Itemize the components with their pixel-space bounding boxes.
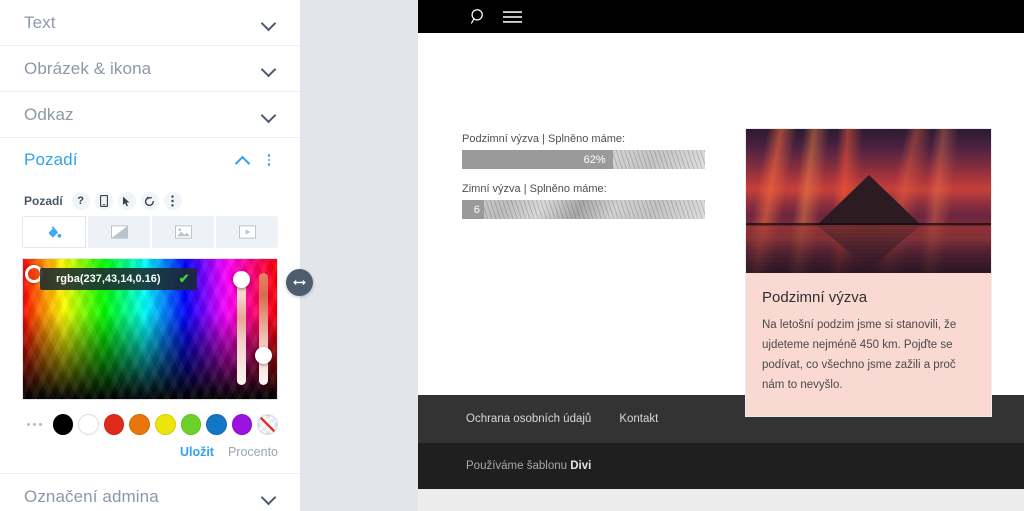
alpha-slider[interactable] [255,273,272,385]
chevron-up-icon[interactable] [236,153,250,167]
site-body: Podzimní výzva | Splněno máme: 62% Zimní… [418,33,1024,416]
panel-resize-handle[interactable] [286,269,313,296]
progress-bars: Podzimní výzva | Splněno máme: 62% Zimní… [462,133,705,233]
tab-background-video[interactable] [216,216,278,248]
progress-bar-value: 6 [473,203,480,216]
card-text: Na letošní podzim jsme si stanovili, že … [762,319,957,392]
tab-background-image[interactable] [152,216,214,248]
progress-bar-fill: 6 [462,200,484,219]
hover-cursor-icon[interactable] [117,192,136,210]
site-header [418,0,1024,33]
progress-bar-track: 6 [462,200,705,219]
chevron-down-icon[interactable] [262,16,276,30]
swatch-blue[interactable] [206,414,227,435]
hue-slider-handle[interactable] [233,271,250,288]
preview-gutter [300,0,418,511]
sidebar-section-label: Odkaz [24,104,74,124]
progress-bar-value: 62% [583,153,606,166]
chevron-down-icon[interactable] [262,62,276,76]
unit-toggle-button[interactable]: Procento [228,445,278,459]
horizontal-resize-icon [293,279,306,286]
progress-bar-item: Podzimní výzva | Splněno máme: 62% [462,133,705,169]
color-value-text: rgba(237,43,14,0.16) [56,273,161,285]
swatch-red[interactable] [103,414,125,435]
sidebar-section-admin-label[interactable]: Označení admina [0,473,300,511]
divi-builder-screen: Text Obrázek & ikona Odkaz Pozadí Pozadí… [0,0,1024,511]
sidebar-section-link[interactable]: Odkaz [0,92,300,138]
tab-background-color[interactable] [22,216,86,248]
footer-link-contact[interactable]: Kontakt [619,413,658,425]
help-icon[interactable]: ? [71,192,90,210]
site-preview: Podzimní výzva | Splněno máme: 62% Zimní… [418,0,1024,511]
card-body: Podzimní výzva Na letošní podzim jsme si… [746,273,991,416]
swatch-green[interactable] [180,414,202,435]
color-value-tooltip: rgba(237,43,14,0.16) ✔ [40,268,198,290]
footer-credit-brand: Divi [570,460,592,472]
swatch-yellow[interactable] [154,414,176,435]
progress-bar-label: Podzimní výzva | Splněno máme: [462,133,626,145]
card-image [746,129,991,273]
footer-credit-prefix: Používáme šablonu [466,460,571,472]
progress-bar-label: Zimní výzva | Splněno máme: [462,183,607,195]
chevron-down-icon[interactable] [262,108,276,122]
search-icon[interactable] [470,8,487,25]
sidebar-section-label: Pozadí [24,150,78,169]
swatch-orange[interactable] [129,414,150,435]
water-surface [746,225,991,273]
responsive-icon[interactable] [94,192,113,210]
hamburger-menu-icon[interactable] [503,10,522,24]
reset-icon[interactable] [140,192,159,210]
card-title: Podzimní výzva [762,289,868,306]
footer-credit-bar: Používáme šablonu Divi [418,443,1024,489]
progress-bar-track: 62% [462,150,705,169]
alpha-slider-handle[interactable] [255,347,272,364]
swatch-black[interactable] [52,414,74,435]
footer-link-privacy[interactable]: Ochrana osobních údajů [466,413,591,425]
background-field-header: Pozadí ? [0,182,300,216]
settings-sidebar: Text Obrázek & ikona Odkaz Pozadí Pozadí… [0,0,300,511]
swatch-white[interactable] [78,414,99,435]
sidebar-section-image-icon[interactable]: Obrázek & ikona [0,46,300,92]
color-picker[interactable]: rgba(237,43,14,0.16) ✔ [22,258,278,400]
swatch-purple[interactable] [231,414,253,435]
more-options-icon[interactable] [163,192,182,210]
background-settings-panel: Pozadí ? rgba(237,43,14,0.16) ✔ Uložit P… [0,182,300,465]
color-swatch-row [22,414,279,435]
sidebar-section-label: Označení admina [24,486,159,506]
sidebar-section-text[interactable]: Text [0,0,300,46]
footer-credit: Používáme šablonu Divi [466,460,591,472]
mountain-shape [816,175,921,225]
swatch-transparent[interactable] [257,414,279,435]
tab-background-gradient[interactable] [88,216,150,248]
progress-bar-item: Zimní výzva | Splněno máme: 6 [462,183,705,219]
save-color-button[interactable]: Uložit [180,445,214,459]
progress-bar-fill: 62% [462,150,613,169]
sidebar-section-label: Text [24,12,56,32]
background-field-label: Pozadí [24,194,63,208]
blurb-card[interactable]: Podzimní výzva Na letošní podzim jsme si… [746,129,991,416]
section-options-icon[interactable] [262,152,276,168]
chevron-down-icon[interactable] [262,490,276,504]
more-swatches-icon[interactable] [22,423,48,426]
picker-actions: Uložit Procento [22,445,278,459]
confirm-color-icon[interactable]: ✔ [179,271,190,287]
hue-slider[interactable] [233,271,250,385]
background-type-tabs [22,216,278,248]
sidebar-section-background[interactable]: Pozadí [0,138,300,182]
sidebar-section-label: Obrázek & ikona [24,58,152,78]
